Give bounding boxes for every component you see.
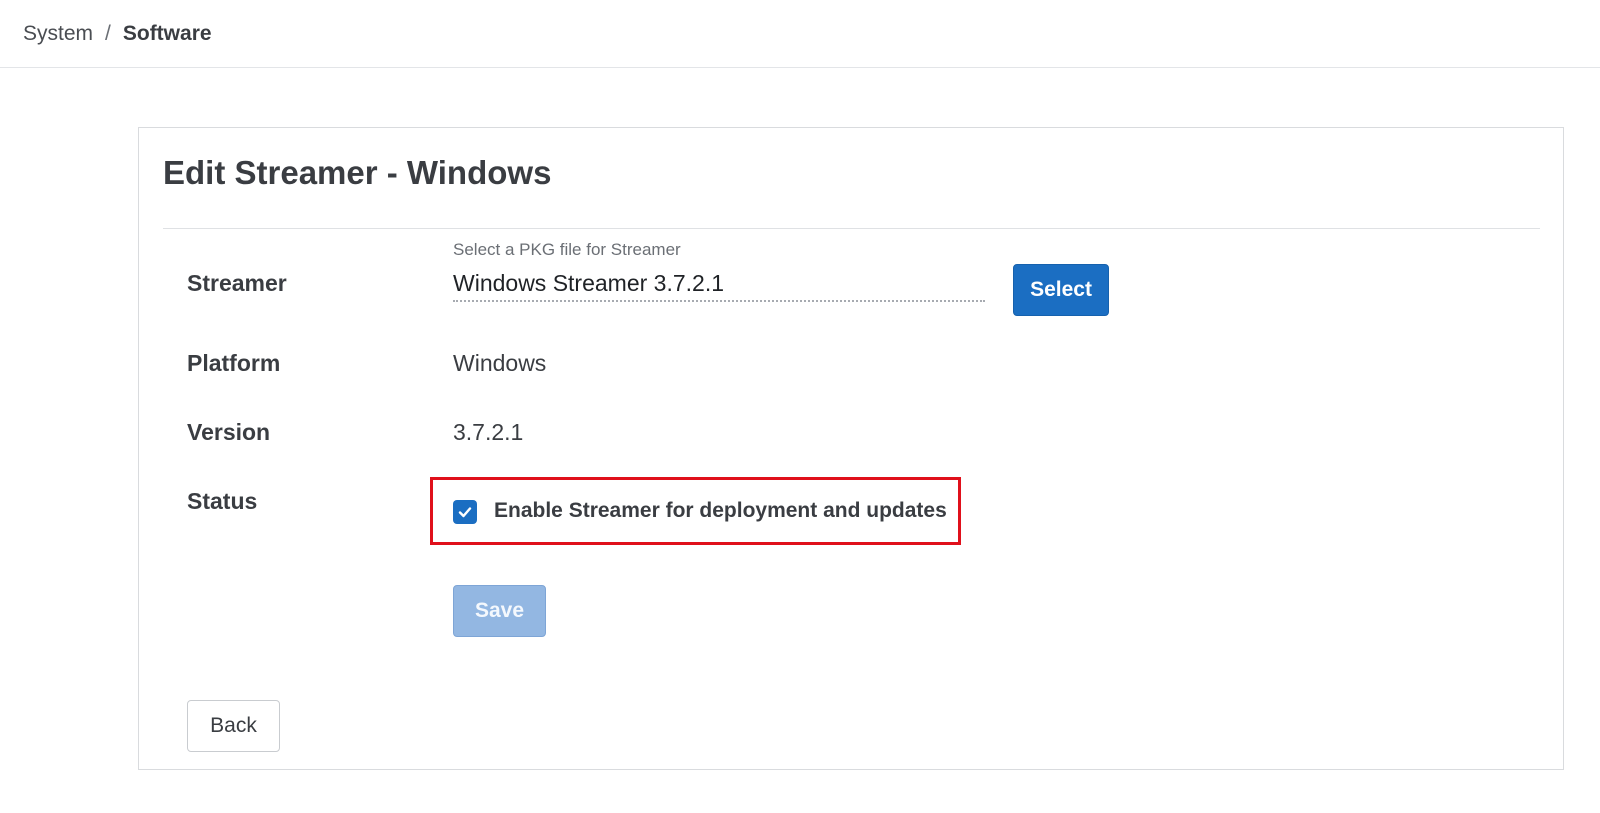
breadcrumb: System / Software — [23, 22, 212, 46]
page-title: Edit Streamer - Windows — [163, 154, 552, 191]
enable-streamer-checkbox[interactable] — [453, 500, 477, 524]
select-file-button[interactable]: Select — [1013, 264, 1109, 316]
platform-value: Windows — [453, 350, 547, 376]
streamer-file-hint: Select a PKG file for Streamer — [453, 240, 681, 259]
title-divider — [163, 228, 1540, 229]
edit-streamer-card: Edit Streamer - Windows Streamer Select … — [138, 127, 1564, 770]
enable-streamer-checkbox-label[interactable]: Enable Streamer for deployment and updat… — [494, 499, 947, 523]
platform-label: Platform — [187, 350, 281, 376]
status-highlight-box: Enable Streamer for deployment and updat… — [430, 477, 961, 545]
version-value: 3.7.2.1 — [453, 419, 524, 445]
version-label: Version — [187, 419, 271, 445]
save-button[interactable]: Save — [453, 585, 546, 637]
breadcrumb-system-link[interactable]: System — [23, 22, 93, 45]
status-label: Status — [187, 488, 258, 514]
top-bar: System / Software — [0, 0, 1600, 68]
streamer-file-input[interactable] — [453, 266, 985, 302]
breadcrumb-current: Software — [122, 21, 212, 45]
breadcrumb-separator: / — [105, 21, 111, 45]
check-icon — [458, 507, 472, 518]
streamer-label: Streamer — [187, 270, 287, 296]
back-button[interactable]: Back — [187, 700, 280, 752]
